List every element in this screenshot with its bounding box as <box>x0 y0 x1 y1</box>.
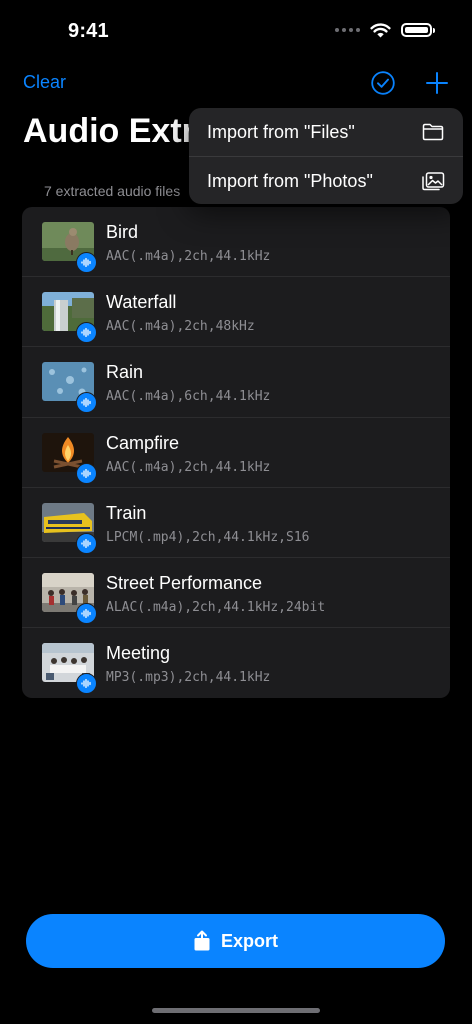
battery-icon <box>401 23 435 37</box>
waveform-badge-icon <box>76 322 97 344</box>
waveform-badge-icon <box>76 252 97 273</box>
import-files-label: Import from "Files" <box>207 122 355 142</box>
page-title: Audio Extr <box>23 112 195 150</box>
item-detail: AAC(.m4a),2ch,48kHz <box>106 319 255 335</box>
waveform-badge-icon <box>76 673 97 695</box>
list-item[interactable]: Meeting MP3(.mp3),2ch,44.1kHz <box>22 628 450 698</box>
item-title: Bird <box>106 222 139 242</box>
import-files-menu-item[interactable]: Import from "Files" <box>189 108 463 156</box>
list-item[interactable]: Street Performance ALAC(.m4a),2ch,44.1kH… <box>22 558 450 629</box>
waveform-badge-icon <box>76 392 97 414</box>
item-title: Campfire <box>106 432 180 453</box>
item-title: Waterfall <box>106 292 177 313</box>
list-item[interactable]: Campfire AAC(.m4a),2ch,44.1kHz <box>22 418 450 488</box>
item-detail: AAC(.m4a),6ch,44.1kHz <box>106 389 271 405</box>
item-title: Meeting <box>106 643 171 664</box>
import-photos-menu-item[interactable]: Import from "Photos" <box>189 156 463 204</box>
wifi-icon <box>370 23 391 38</box>
select-check-icon[interactable] <box>371 71 395 95</box>
list-item[interactable]: Bird AAC(.m4a),2ch,44.1kHz <box>22 207 450 278</box>
item-title: Train <box>106 502 147 523</box>
add-icon[interactable] <box>424 70 450 96</box>
import-photos-label: Import from "Photos" <box>207 171 373 191</box>
photos-icon <box>422 172 445 191</box>
export-label: Export <box>220 930 278 951</box>
folder-icon <box>422 123 444 141</box>
item-detail: AAC(.m4a),2ch,44.1kHz <box>106 459 271 475</box>
item-title: Street Performance <box>106 572 263 593</box>
list-item[interactable]: Waterfall AAC(.m4a),2ch,48kHz <box>22 277 450 348</box>
export-button[interactable]: Export <box>26 914 445 968</box>
waveform-badge-icon <box>76 462 97 484</box>
home-indicator[interactable] <box>152 1008 320 1013</box>
item-title: Rain <box>106 362 144 383</box>
item-detail: AAC(.m4a),2ch,44.1kHz <box>106 249 271 264</box>
item-detail: LPCM(.mp4),2ch,44.1kHz,S16 <box>106 529 310 545</box>
list-item[interactable]: Train LPCM(.mp4),2ch,44.1kHz,S16 <box>22 488 450 558</box>
status-bar: 9:41 <box>0 0 472 60</box>
item-detail: ALAC(.m4a),2ch,44.1kHz,24bit <box>106 599 326 615</box>
list-item[interactable]: Rain AAC(.m4a),6ch,44.1kHz <box>22 347 450 418</box>
import-menu: Import from "Files" Import from "Photos" <box>189 108 463 204</box>
share-icon <box>194 930 210 951</box>
cellular-icon <box>335 28 360 32</box>
status-time: 9:41 <box>68 20 109 42</box>
audio-file-list: Bird AAC(.m4a),2ch,44.1kHz Waterfall AAC… <box>22 207 450 698</box>
waveform-badge-icon <box>76 602 97 624</box>
list-header: 7 extracted audio files <box>44 183 181 199</box>
waveform-badge-icon <box>76 532 97 554</box>
item-detail: MP3(.mp3),2ch,44.1kHz <box>106 670 271 686</box>
status-icons <box>335 22 435 38</box>
clear-button[interactable]: Clear <box>23 72 66 93</box>
